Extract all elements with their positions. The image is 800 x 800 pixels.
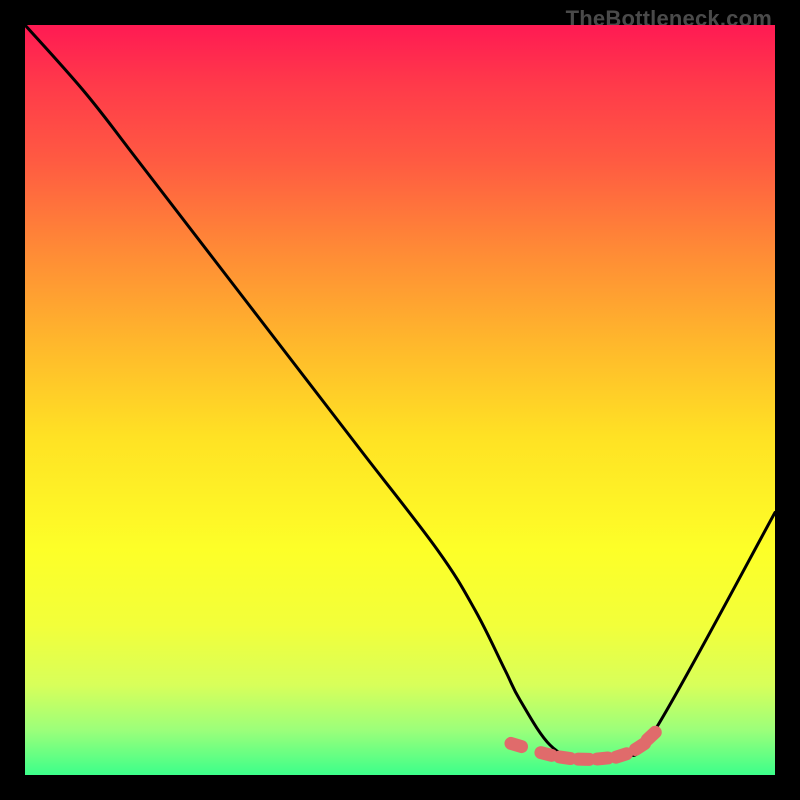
curve-line xyxy=(25,25,775,762)
chart-svg xyxy=(25,25,775,775)
trough-marker xyxy=(503,735,530,754)
chart-frame: TheBottleneck.com xyxy=(0,0,800,800)
plot-area xyxy=(25,25,775,775)
